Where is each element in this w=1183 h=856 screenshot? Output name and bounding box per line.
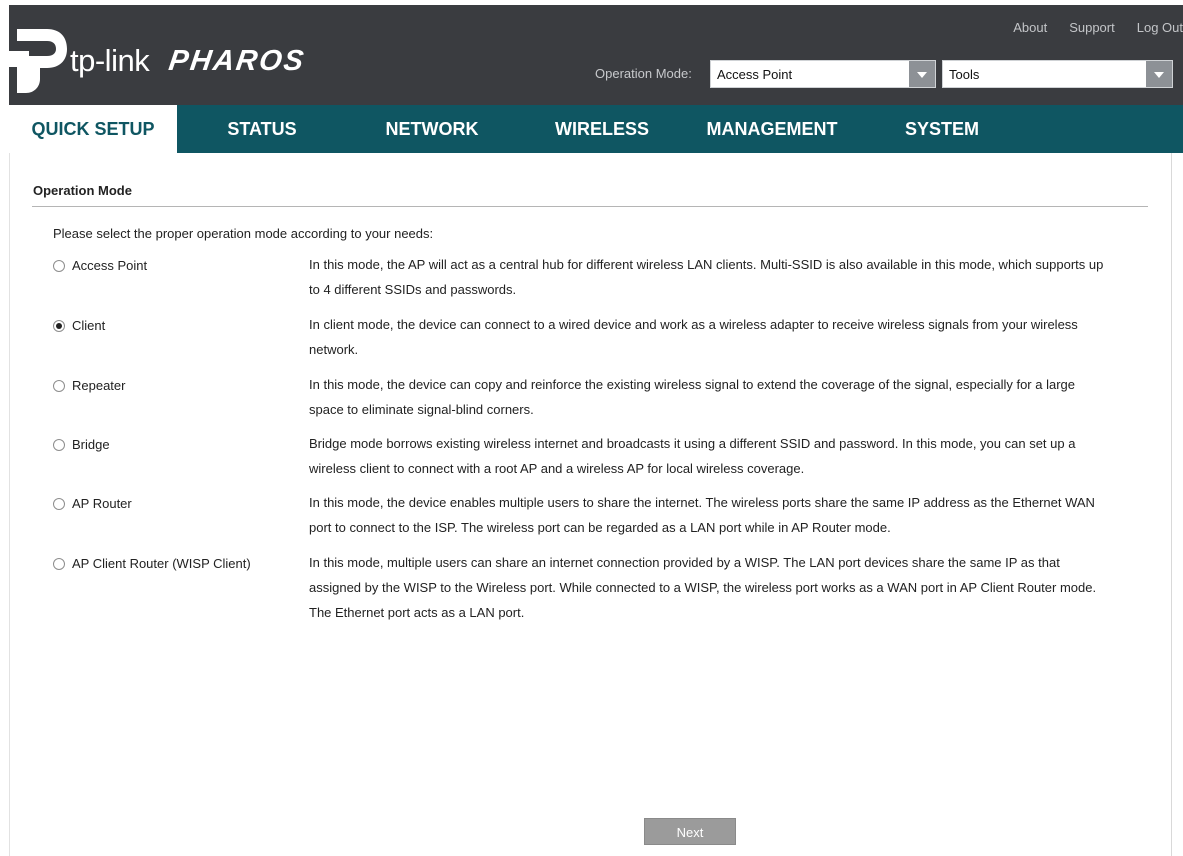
tools-value: Tools <box>949 67 980 82</box>
radio-access-point[interactable]: Access Point <box>53 258 147 273</box>
product-name: PHAROS <box>167 44 308 77</box>
tab-system[interactable]: SYSTEM <box>857 105 1027 153</box>
tab-management[interactable]: MANAGEMENT <box>687 105 857 153</box>
mode-label: Client <box>72 318 106 333</box>
brand-logo: tp-link PHAROS <box>9 29 308 93</box>
tab-wireless[interactable]: WIRELESS <box>517 105 687 153</box>
radio-ap-client-router[interactable]: AP Client Router (WISP Client) <box>53 556 251 571</box>
radio-client[interactable]: Client <box>53 318 105 333</box>
next-button[interactable]: Next <box>644 818 736 845</box>
brand-name: tp-link <box>70 43 150 78</box>
mode-label: AP Client Router (WISP Client) <box>72 556 251 571</box>
operation-mode-select[interactable]: Access Point <box>710 60 936 88</box>
logout-link[interactable]: Log Out <box>1137 20 1183 35</box>
section-title: Operation Mode <box>33 183 132 198</box>
mode-description: In this mode, the AP will act as a centr… <box>309 257 1104 297</box>
radio-button[interactable] <box>53 259 65 272</box>
top-header: tp-link PHAROS About Support Log Out Ope… <box>9 5 1183 105</box>
tools-select[interactable]: Tools <box>942 60 1173 88</box>
intro-text: Please select the proper operation mode … <box>53 226 434 241</box>
tp-link-logo-icon <box>9 29 67 93</box>
support-link[interactable]: Support <box>1069 20 1115 35</box>
radio-button[interactable] <box>53 497 65 510</box>
section-divider <box>32 206 1148 207</box>
mode-description: Bridge mode borrows existing wireless in… <box>309 436 1076 476</box>
about-link[interactable]: About <box>1013 20 1047 35</box>
main-nav: QUICK SETUP STATUS NETWORK WIRELESS MANA… <box>9 105 1183 153</box>
chevron-down-icon[interactable] <box>1146 61 1172 87</box>
tab-quick-setup[interactable]: QUICK SETUP <box>9 105 177 153</box>
operation-mode-value: Access Point <box>717 67 793 82</box>
mode-description: In this mode, the device can copy and re… <box>309 377 1075 417</box>
mode-description: In client mode, the device can connect t… <box>309 317 1078 357</box>
radio-ap-router[interactable]: AP Router <box>53 496 132 511</box>
radio-repeater[interactable]: Repeater <box>53 378 125 393</box>
radio-button[interactable] <box>53 438 65 451</box>
operation-mode-label: Operation Mode: <box>595 66 692 81</box>
mode-description: In this mode, the device enables multipl… <box>309 495 1095 535</box>
mode-label: Repeater <box>72 378 126 393</box>
radio-button[interactable] <box>53 557 65 570</box>
mode-label: Access Point <box>72 258 148 273</box>
mode-label: AP Router <box>72 496 132 511</box>
chevron-down-icon[interactable] <box>909 61 935 87</box>
radio-button[interactable] <box>53 319 65 332</box>
mode-label: Bridge <box>72 437 110 452</box>
top-links: About Support Log Out <box>1013 20 1183 35</box>
radio-button[interactable] <box>53 379 65 392</box>
tab-status[interactable]: STATUS <box>177 105 347 153</box>
tab-network[interactable]: NETWORK <box>347 105 517 153</box>
radio-bridge[interactable]: Bridge <box>53 437 110 452</box>
mode-description: In this mode, multiple users can share a… <box>309 555 1097 620</box>
